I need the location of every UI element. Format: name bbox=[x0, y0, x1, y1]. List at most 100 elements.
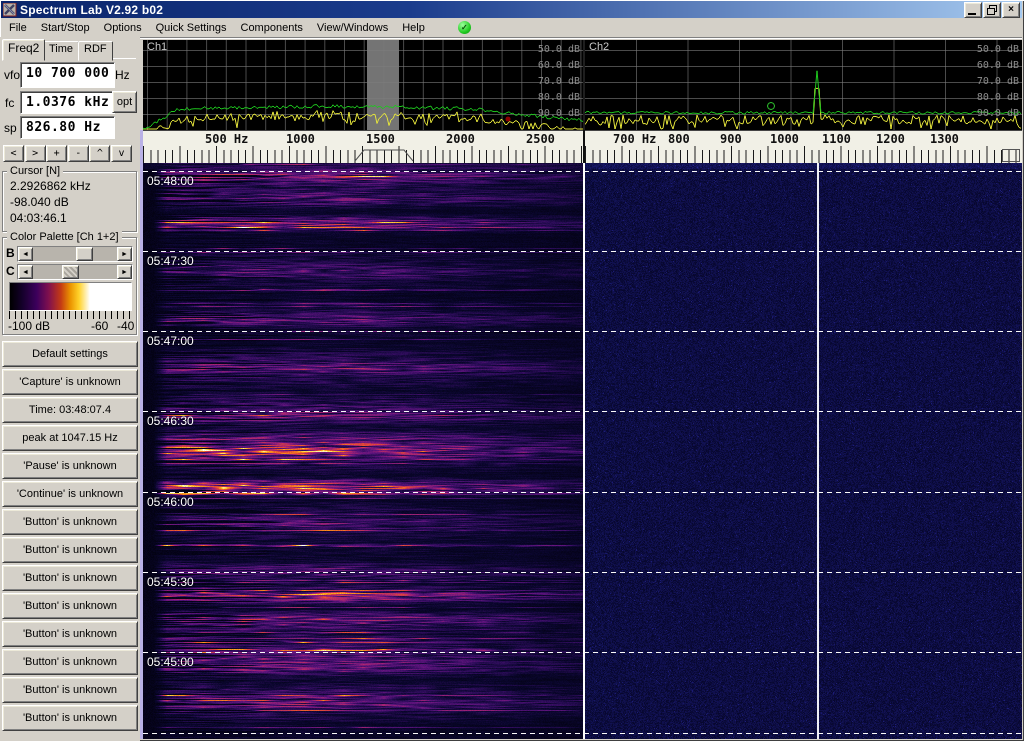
brightness-label: B bbox=[6, 246, 15, 260]
restore-button[interactable] bbox=[983, 1, 1001, 18]
sidebar: Freq2 Time RDF vfo 10 700 000 Hz fc 1.0376… bbox=[0, 37, 140, 741]
custom-button-8[interactable]: 'Button' is unknown bbox=[2, 705, 138, 731]
palette-scale-ticks bbox=[9, 311, 130, 319]
freq-tick-label: 800 bbox=[668, 132, 690, 146]
step-left-button[interactable]: < bbox=[3, 145, 24, 162]
db-axis-label: 80.0 dB bbox=[537, 92, 580, 103]
time-gridline bbox=[143, 171, 1022, 172]
tab-time[interactable]: Time bbox=[43, 41, 80, 61]
custom-button-4[interactable]: 'Button' is unknown bbox=[2, 593, 138, 619]
freq-tick-label: 900 bbox=[720, 132, 742, 146]
tab-rdf[interactable]: RDF bbox=[78, 41, 113, 61]
scroll-left-arrow-icon[interactable]: ◄ bbox=[18, 265, 33, 279]
cursor-groupbox: Cursor [N] 2.2926862 kHz -98.040 dB 04:0… bbox=[2, 165, 137, 232]
custom-button-5[interactable]: 'Button' is unknown bbox=[2, 621, 138, 647]
vfo-input[interactable]: 10 700 000 bbox=[20, 62, 115, 88]
time-gridline bbox=[143, 331, 1022, 332]
ch2-tick-comb-major bbox=[585, 146, 1022, 163]
time-display-button[interactable]: Time: 03:48:07.4 bbox=[2, 397, 138, 423]
palette-scale-max: -40 bbox=[117, 319, 135, 333]
freq-tick-label: 2500 bbox=[526, 132, 555, 146]
menu-item-quick-settings[interactable]: Quick Settings bbox=[149, 20, 234, 36]
freq-tick-label: 1300 bbox=[930, 132, 959, 146]
custom-button-3[interactable]: 'Button' is unknown bbox=[2, 565, 138, 591]
vfo-label: vfo bbox=[4, 68, 21, 82]
palette-group-title: Color Palette [Ch 1+2] bbox=[7, 231, 122, 243]
time-gridline bbox=[143, 652, 1022, 653]
close-button[interactable]: × bbox=[1002, 1, 1020, 18]
peak-display-button[interactable]: peak at 1047.15 Hz bbox=[2, 425, 138, 451]
scroll-thumb[interactable] bbox=[61, 265, 79, 279]
contrast-label: C bbox=[6, 264, 15, 278]
time-gridline bbox=[143, 733, 1022, 734]
cursor-group-title: Cursor [N] bbox=[7, 165, 64, 177]
cursor-time: 04:03:46.1 bbox=[10, 211, 67, 225]
palette-gradient-bar[interactable] bbox=[9, 282, 132, 311]
channel-separator-spectrum bbox=[583, 40, 585, 130]
custom-button-1[interactable]: 'Button' is unknown bbox=[2, 509, 138, 535]
vfo-unit-label: Hz bbox=[115, 68, 130, 82]
db-axis-label: 70.0 dB bbox=[976, 76, 1019, 87]
freq-tick-label: 1100 bbox=[822, 132, 851, 146]
palette-groupbox: Color Palette [Ch 1+2] B ◄ ► C ◄ ► -100 dB… bbox=[2, 231, 137, 335]
freq-tick-label: 500 Hz bbox=[205, 132, 249, 146]
spectrum-ch2-panel[interactable]: Ch2 50.0 dB 60.0 dB 70.0 dB 80.0 dB 90.0 dB bbox=[585, 40, 1022, 130]
time-gridline bbox=[143, 411, 1022, 412]
menu-item-file[interactable]: File bbox=[1, 20, 34, 36]
titlebar[interactable]: Spectrum Lab V2.92 b02 × bbox=[1, 1, 1022, 18]
scroll-right-arrow-icon[interactable]: ► bbox=[117, 247, 132, 261]
shift-down-button[interactable]: v bbox=[111, 145, 132, 162]
custom-button-7[interactable]: 'Button' is unknown bbox=[2, 677, 138, 703]
menu-item-help[interactable]: Help bbox=[395, 20, 432, 36]
continue-button[interactable]: 'Continue' is unknown bbox=[2, 481, 138, 507]
scroll-left-arrow-icon[interactable]: ◄ bbox=[18, 247, 33, 261]
time-label: 05:45:30 bbox=[147, 575, 194, 589]
time-label: 05:45:00 bbox=[147, 655, 194, 669]
waterfall-left-edge bbox=[140, 130, 143, 739]
db-axis-label: 90.0 dB bbox=[976, 108, 1019, 119]
minimize-button[interactable] bbox=[964, 1, 982, 18]
step-right-button[interactable]: > bbox=[24, 145, 46, 162]
spectrum-ch1-panel[interactable]: Ch1 50.0 dB 60.0 dB 70.0 dB 80.0 dB 90.0 dB bbox=[143, 40, 583, 130]
time-label: 05:47:00 bbox=[147, 334, 194, 348]
tab-freq2[interactable]: Freq2 bbox=[2, 39, 46, 61]
sp-input[interactable]: 826.80 Hz bbox=[20, 116, 115, 139]
pause-button[interactable]: 'Pause' is unknown bbox=[2, 453, 138, 479]
ch2-frequency-ruler[interactable]: 700 Hz 800 900 1000 1100 1200 1300 bbox=[585, 130, 1022, 164]
freq-tick-label: 2000 bbox=[446, 132, 475, 146]
scroll-thumb[interactable] bbox=[76, 247, 94, 261]
scroll-right-arrow-icon[interactable]: ► bbox=[117, 265, 132, 279]
spectrum-ch1-canvas[interactable] bbox=[143, 40, 583, 130]
cursor-frequency: 2.2926862 kHz bbox=[10, 179, 91, 193]
channel-separator-ruler bbox=[583, 130, 585, 163]
contrast-scrollbar[interactable]: ◄ ► bbox=[17, 264, 133, 280]
app-icon[interactable] bbox=[2, 2, 17, 17]
custom-button-6[interactable]: 'Button' is unknown bbox=[2, 649, 138, 675]
menu-item-view-windows[interactable]: View/Windows bbox=[310, 20, 395, 36]
db-axis-label: 80.0 dB bbox=[976, 92, 1019, 103]
menu-item-components[interactable]: Components bbox=[234, 20, 310, 36]
default-settings-button[interactable]: Default settings bbox=[2, 341, 138, 367]
capture-button[interactable]: 'Capture' is unknown bbox=[2, 369, 138, 395]
db-axis-label: 60.0 dB bbox=[976, 60, 1019, 71]
time-label: 05:48:00 bbox=[147, 174, 194, 188]
brightness-scrollbar[interactable]: ◄ ► bbox=[17, 246, 133, 262]
nav-button-row: < > + - ^ v bbox=[0, 145, 140, 162]
ch1-frequency-ruler[interactable]: 500 Hz 1000 1500 2000 2500 bbox=[143, 130, 583, 164]
zoom-in-button[interactable]: + bbox=[46, 145, 68, 162]
spectrum-ch2-canvas[interactable] bbox=[585, 40, 1022, 130]
freq-tick-label: 700 Hz bbox=[613, 132, 657, 146]
menu-item-start-stop[interactable]: Start/Stop bbox=[34, 20, 97, 36]
fc-input[interactable]: 1.0376 kHz bbox=[20, 91, 115, 114]
menu-item-options[interactable]: Options bbox=[97, 20, 149, 36]
db-axis-label: 60.0 dB bbox=[537, 60, 580, 71]
menubar: File Start/Stop Options Quick Settings Compo… bbox=[1, 18, 1022, 38]
custom-button-2[interactable]: 'Button' is unknown bbox=[2, 537, 138, 563]
minimize-icon bbox=[968, 12, 976, 15]
options-opt-button[interactable]: opt bbox=[112, 91, 137, 113]
shift-up-button[interactable]: ^ bbox=[89, 145, 111, 162]
palette-scale-mid: -60 bbox=[91, 319, 109, 333]
time-label: 05:46:30 bbox=[147, 414, 194, 428]
status-led-icon: ✓ bbox=[457, 21, 471, 34]
zoom-out-button[interactable]: - bbox=[67, 145, 89, 162]
